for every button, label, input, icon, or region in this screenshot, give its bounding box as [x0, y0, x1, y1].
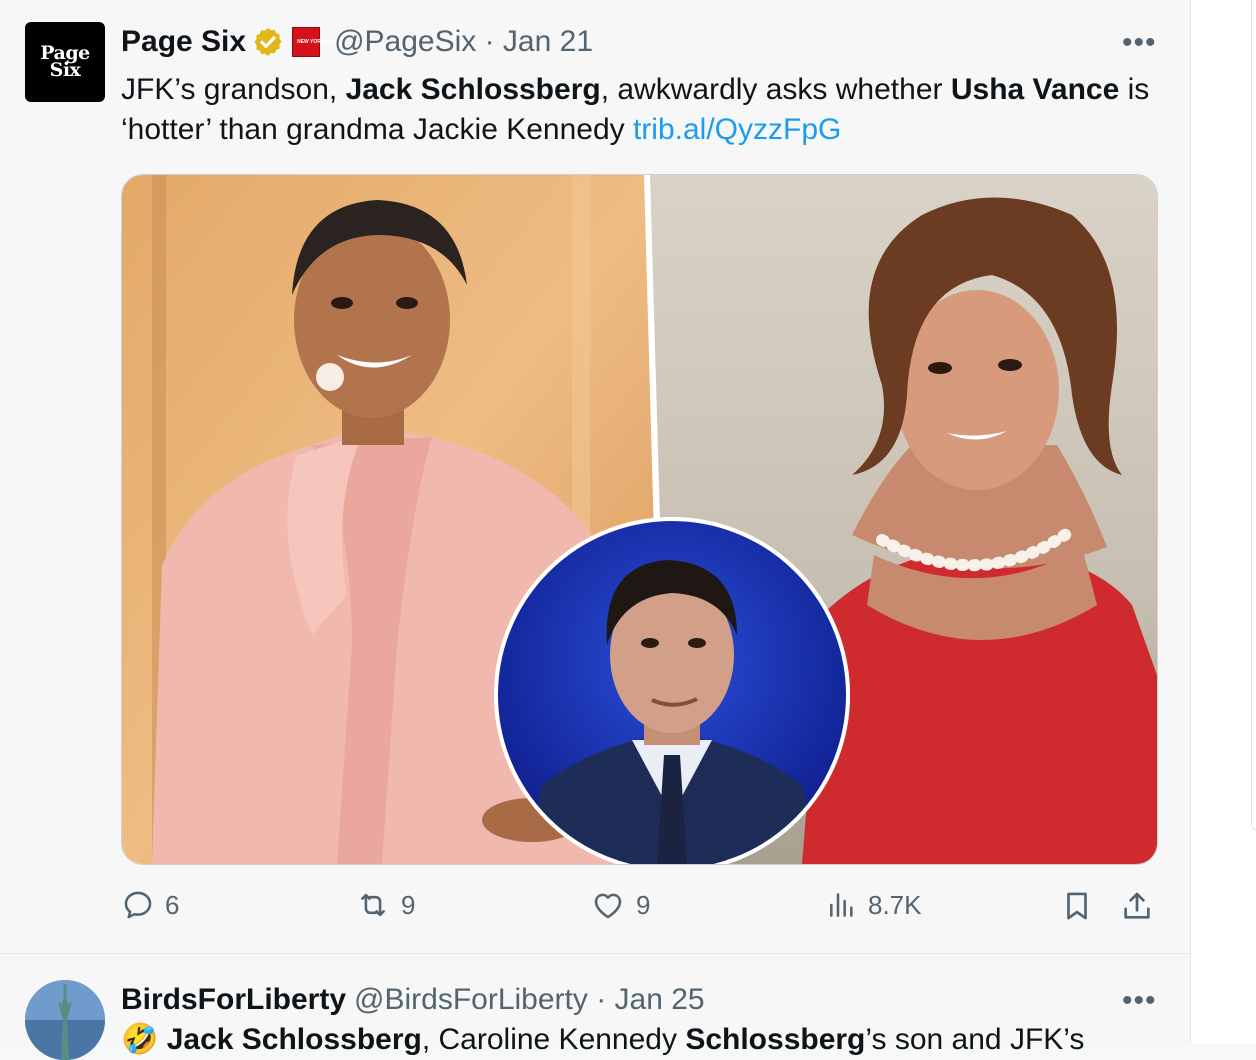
avatar-page-six[interactable]: Page Six	[25, 22, 105, 102]
text-segment: , Caroline Kennedy	[421, 1023, 686, 1056]
text-bold-name: Schlossberg	[685, 1023, 866, 1056]
avatar-logo-text: Page Six	[40, 42, 90, 81]
repost-icon	[361, 893, 385, 917]
tweet-media-image[interactable]	[121, 174, 1158, 865]
bookmark-icon	[1067, 892, 1087, 920]
right-sidebar	[1191, 0, 1256, 1044]
share-button[interactable]	[1120, 888, 1164, 924]
right-sidebar-card	[1251, 0, 1256, 831]
views-button[interactable]: 8.7K	[826, 888, 922, 922]
tweet2-header: BirdsForLiberty @BirdsForLiberty · Jan 2…	[121, 980, 705, 1020]
author-name[interactable]: Page Six	[121, 25, 246, 59]
text-segment: , awkwardly asks whether	[600, 73, 951, 106]
tweet-text: JFK’s grandson, Jack Schlossberg, awkwar…	[121, 70, 1171, 150]
more-options-button[interactable]: •••	[1122, 984, 1157, 1018]
timeline: Page Six Page Six NEW YORK POST @PageSix…	[0, 0, 1191, 1060]
text-segment: ’s son and JFK’s	[865, 1023, 1085, 1056]
reply-button[interactable]: 6	[121, 888, 179, 922]
views-icon	[830, 893, 853, 917]
like-icon	[594, 893, 622, 919]
reply-count: 6	[165, 889, 180, 920]
nypost-affiliate-badge[interactable]: NEW YORK POST	[292, 27, 340, 57]
like-button[interactable]: 9	[590, 888, 650, 922]
verified-icon	[254, 28, 282, 56]
repost-button[interactable]: 9	[355, 888, 415, 922]
author-name[interactable]: BirdsForLiberty	[121, 983, 346, 1017]
tweet-page-six[interactable]: Page Six Page Six NEW YORK POST @PageSix…	[0, 0, 1190, 953]
statue-of-liberty-avatar	[25, 980, 105, 1060]
text-bold-name: Jack Schlossberg	[345, 73, 601, 106]
tweet2-text: 🤣 Jack Schlossberg, Caroline Kennedy Sch…	[121, 1020, 1171, 1060]
badge-text: NEW YORK POST	[297, 38, 340, 45]
text-segment: JFK’s grandson,	[121, 73, 346, 106]
tweet-actions: 6 9 9 8.7K	[0, 888, 1190, 932]
laughing-emoji-icon: 🤣	[121, 1023, 159, 1056]
text-bold-name: Jack Schlossberg	[158, 1023, 422, 1056]
author-handle-time[interactable]: @PageSix · Jan 21	[334, 25, 593, 59]
media-photo-collage	[122, 175, 1157, 864]
tweet-header: Page Six NEW YORK POST @PageSix · Jan 21	[121, 22, 593, 62]
avatar-birdsforliberty[interactable]	[25, 980, 105, 1060]
text-bold-name: Usha Vance	[950, 73, 1120, 106]
like-count: 9	[636, 889, 651, 920]
reply-icon	[124, 891, 152, 919]
tweet-link[interactable]: trib.al/QyzzFpG	[633, 113, 841, 146]
views-count: 8.7K	[868, 889, 922, 920]
share-icon	[1124, 892, 1150, 919]
more-options-button[interactable]: •••	[1122, 26, 1157, 60]
bookmark-button[interactable]	[1060, 888, 1104, 924]
repost-count: 9	[401, 889, 416, 920]
author-handle-time[interactable]: @BirdsForLiberty · Jan 25	[354, 983, 705, 1017]
